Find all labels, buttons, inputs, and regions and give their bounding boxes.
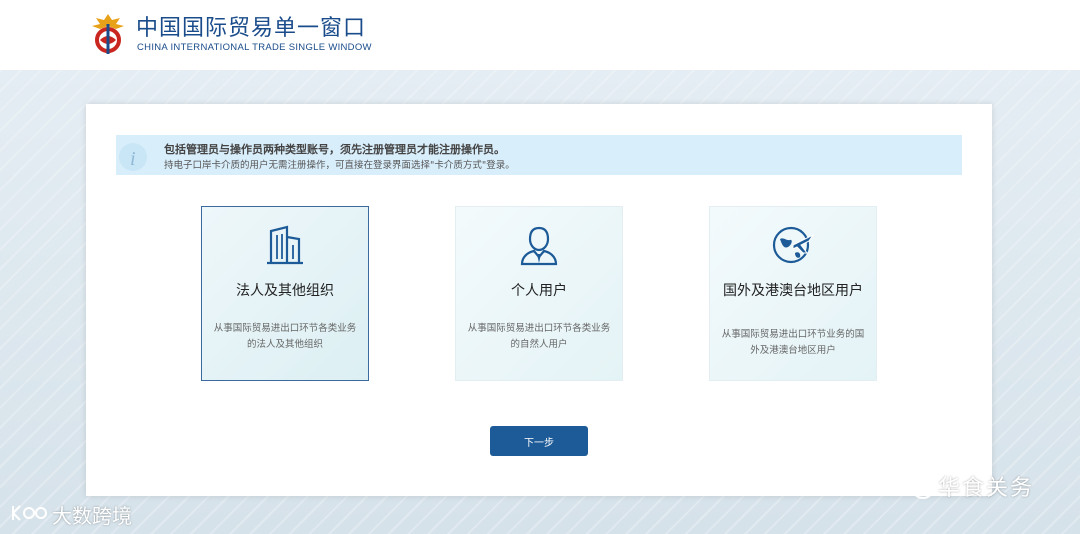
info-notice: i 包括管理员与操作员两种类型账号，须先注册管理员才能注册操作员。 持电子口岸卡… — [116, 135, 962, 175]
wechat-icon — [903, 475, 933, 499]
site-header: 中国国际贸易单一窗口 CHINA INTERNATIONAL TRADE SIN… — [0, 0, 1080, 70]
watermark-right: 华食关务 — [938, 476, 1035, 501]
registration-panel: i 包括管理员与操作员两种类型账号，须先注册管理员才能注册操作员。 持电子口岸卡… — [86, 104, 992, 496]
watermark-left: 大数跨境 — [52, 504, 132, 528]
site-title-en: CHINA INTERNATIONAL TRADE SINGLE WINDOW — [137, 42, 372, 53]
svg-text:i: i — [130, 148, 136, 170]
card-title: 个人用户 — [511, 283, 567, 299]
person-icon — [520, 226, 558, 266]
card-title: 法人及其他组织 — [236, 283, 334, 299]
site-title-cn: 中国国际贸易单一窗口 — [136, 16, 367, 41]
notice-sub-text: 持电子口岸卡介质的用户无需注册操作，可直接在登录界面选择"卡介质方式"登录。 — [164, 160, 515, 171]
card-individual-user[interactable]: 个人用户 从事国际贸易进出口环节各类业务的自然人用户 — [455, 206, 623, 381]
card-title: 国外及港澳台地区用户 — [723, 283, 863, 299]
card-description: 从事国际贸易进出口环节各类业务的自然人用户 — [467, 323, 611, 350]
card-description: 从事国际贸易进出口环节各类业务的法人及其他组织 — [213, 323, 357, 350]
card-description: 从事国际贸易进出口环节业务的国外及港澳台地区用户 — [721, 329, 865, 356]
globe-plane-icon — [772, 226, 815, 264]
card-legal-entity[interactable]: 法人及其他组织 从事国际贸易进出口环节各类业务的法人及其他组织 — [201, 206, 369, 381]
next-step-button[interactable]: 下一步 — [490, 426, 588, 456]
single-window-logo-icon — [92, 14, 124, 54]
building-icon — [267, 225, 303, 265]
info-icon: i — [119, 143, 147, 171]
notice-main-text: 包括管理员与操作员两种类型账号，须先注册管理员才能注册操作员。 — [164, 143, 505, 156]
card-overseas-user[interactable]: 国外及港澳台地区用户 从事国际贸易进出口环节业务的国外及港澳台地区用户 — [709, 206, 877, 381]
dashu-watermark-logo-icon — [12, 505, 47, 521]
